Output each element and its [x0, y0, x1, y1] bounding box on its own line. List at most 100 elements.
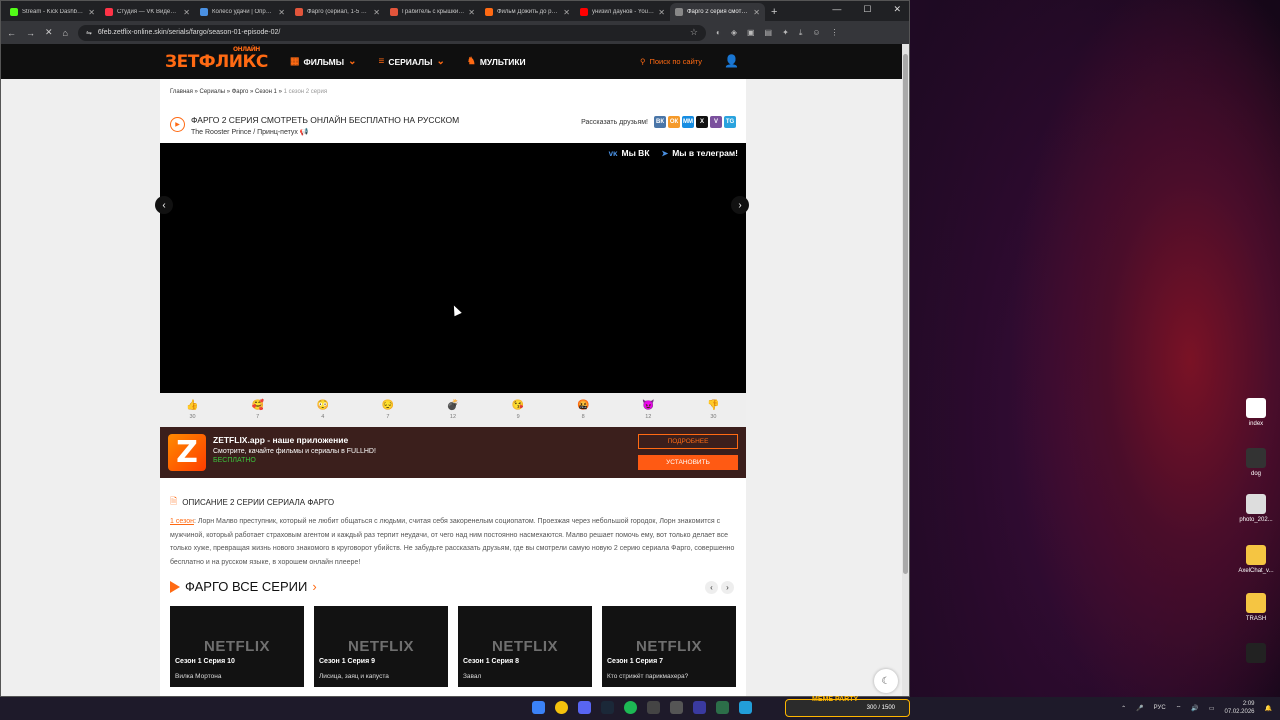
meme-party-widget[interactable]: MEME PARTY 300 / 1500	[785, 696, 910, 717]
chevron-up-icon[interactable]: ⌃	[1121, 705, 1126, 712]
battery-icon[interactable]: ▭	[1209, 705, 1215, 712]
browser-tab[interactable]: Студия — VK Видео Бизнес✕	[100, 3, 195, 21]
reaction-item[interactable]: 😳 4	[317, 400, 329, 420]
browser-tab[interactable]: Грабитель с крышки, 2... ✕	[385, 3, 480, 21]
dark-mode-icon[interactable]: ☾	[874, 669, 898, 693]
desktop-icon[interactable]	[1232, 643, 1280, 666]
profile-icon[interactable]: ☺	[812, 28, 820, 38]
user-icon[interactable]: 👤	[724, 54, 739, 68]
close-icon[interactable]: ✕	[893, 4, 901, 15]
browser-tab[interactable]: Фарго 2 серия смотрет... ✕	[670, 3, 765, 21]
new-tab-icon[interactable]: +	[765, 6, 783, 21]
prev-arrow-icon[interactable]: ‹	[155, 196, 173, 214]
steam-icon[interactable]	[601, 701, 614, 714]
browser-tab[interactable]: Stream - Kick Dashboard ✕	[5, 3, 100, 21]
notification-icon[interactable]: 🔔	[1265, 705, 1272, 712]
episode-card[interactable]: NETFLIX Сезон 1 Серия 9 Лисица, заяц и кап…	[314, 606, 448, 687]
vk-link[interactable]: ᴠᴋ Мы ВК	[609, 148, 650, 158]
menu-films[interactable]: ▦ ФИЛЬМЫ ⌄	[290, 56, 356, 67]
wifi-icon[interactable]: ⌔	[1176, 704, 1182, 712]
more-button[interactable]: ПОДРОБНЕЕ	[638, 434, 738, 449]
bookmark-star-icon[interactable]: ☆	[690, 27, 698, 38]
stop-icon[interactable]: ✕	[45, 27, 53, 38]
next-arrow-icon[interactable]: ›	[731, 196, 749, 214]
extension-icon[interactable]: ▣	[747, 28, 755, 38]
app-icon[interactable]	[670, 701, 683, 714]
breadcrumb-home[interactable]: Главная	[170, 89, 193, 95]
reaction-item[interactable]: 😔 7	[382, 400, 394, 420]
tab-close-icon[interactable]: ✕	[563, 8, 570, 17]
reaction-item[interactable]: 👍 30	[186, 400, 198, 420]
maximize-icon[interactable]: ☐	[863, 4, 871, 15]
series-prev-icon[interactable]: ‹	[705, 581, 718, 594]
tab-close-icon[interactable]: ✕	[373, 8, 380, 17]
viber-share-icon[interactable]: V	[710, 116, 722, 128]
app-icon[interactable]	[716, 701, 729, 714]
spotify-icon[interactable]	[624, 701, 637, 714]
install-button[interactable]: УСТАНОВИТЬ	[638, 455, 738, 470]
tab-close-icon[interactable]: ✕	[183, 8, 190, 17]
search-link[interactable]: ⚲ Поиск по сайту	[640, 57, 702, 66]
tab-close-icon[interactable]: ✕	[468, 8, 475, 17]
menu-cartoons[interactable]: ♞ МУЛЬТИКИ	[467, 56, 526, 67]
telegram-link[interactable]: ➤ Мы в телеграм!	[662, 148, 738, 158]
clock[interactable]: 2:09 07.02.2026	[1224, 700, 1254, 716]
menu-serials[interactable]: ≡ СЕРИАЛЫ ⌄	[378, 56, 444, 67]
browser-tab[interactable]: Колесо удачи | Определ... ✕	[195, 3, 290, 21]
breadcrumb-fargo[interactable]: Фарго	[232, 89, 249, 95]
tab-close-icon[interactable]: ✕	[88, 8, 95, 17]
reaction-item[interactable]: 👎 30	[707, 400, 719, 420]
site-logo[interactable]: ЗЕТФЛИКС ОНЛАЙН	[165, 46, 268, 72]
extension-icon[interactable]: ◈	[731, 28, 737, 38]
video-player[interactable]: ᴠᴋ Мы ВК ➤ Мы в телеграм!	[160, 143, 746, 393]
tab-close-icon[interactable]: ✕	[753, 8, 760, 17]
breadcrumb-serials[interactable]: Сериалы	[200, 89, 226, 95]
episode-card[interactable]: NETFLIX Сезон 1 Серия 10 Вилка Мортона	[170, 606, 304, 687]
menu-icon[interactable]: ⋮	[831, 28, 839, 38]
scrollbar[interactable]	[902, 44, 909, 696]
series-heading[interactable]: ФАРГО ВСЕ СЕРИИ ›	[170, 579, 317, 594]
discord-icon[interactable]	[578, 701, 591, 714]
telegram-share-icon[interactable]: TG	[724, 116, 736, 128]
scrollbar-thumb[interactable]	[903, 54, 908, 574]
telegram-icon[interactable]	[739, 701, 752, 714]
season-link[interactable]: 1 сезон	[170, 518, 194, 525]
app-icon[interactable]	[693, 701, 706, 714]
episode-card[interactable]: NETFLIX Сезон 1 Серия 8 Завал	[458, 606, 592, 687]
reaction-item[interactable]: 🤬 8	[577, 400, 589, 420]
browser-tab[interactable]: Фильм Дожить до рас... ✕	[480, 3, 575, 21]
vk-share-icon[interactable]: ВК	[654, 116, 666, 128]
reaction-item[interactable]: 😘 9	[512, 400, 524, 420]
site-info-icon[interactable]: ⇋	[86, 29, 92, 37]
browser-tab[interactable]: унизил даунов - YouTube✕	[575, 3, 670, 21]
reaction-item[interactable]: 😈 12	[642, 400, 654, 420]
obs-icon[interactable]	[647, 701, 660, 714]
extension-icon[interactable]: ▤	[765, 28, 773, 38]
chrome-icon[interactable]	[555, 701, 568, 714]
breadcrumb-season[interactable]: Сезон 1	[255, 89, 277, 95]
series-next-icon[interactable]: ›	[721, 581, 734, 594]
desktop-icon[interactable]: AxelChat_v...	[1232, 545, 1280, 574]
forward-icon[interactable]: →	[26, 28, 35, 38]
extension-icon[interactable]: ◐	[716, 28, 721, 38]
browser-tab[interactable]: Фарго (сериал, 1-5 сезон... ✕	[290, 3, 385, 21]
x-share-icon[interactable]: X	[696, 116, 708, 128]
language-indicator[interactable]: РУС	[1154, 705, 1166, 711]
reaction-item[interactable]: 💣 12	[447, 400, 459, 420]
back-icon[interactable]: ←	[7, 28, 16, 38]
mail-share-icon[interactable]: ММ	[682, 116, 694, 128]
start-icon[interactable]	[532, 701, 545, 714]
ok-share-icon[interactable]: ОК	[668, 116, 680, 128]
episode-card[interactable]: NETFLIX Сезон 1 Серия 7 Кто стрижёт парикм…	[602, 606, 736, 687]
desktop-icon[interactable]: TRASH	[1232, 593, 1280, 622]
tab-close-icon[interactable]: ✕	[278, 8, 285, 17]
volume-icon[interactable]: 🔊	[1191, 705, 1198, 712]
desktop-icon[interactable]: photo_202...	[1232, 494, 1280, 523]
mic-icon[interactable]: 🎤	[1136, 705, 1143, 712]
tab-close-icon[interactable]: ✕	[658, 8, 665, 17]
minimize-icon[interactable]: —	[832, 4, 841, 15]
url-input[interactable]: ⇋ 6feb.zetflix-online.skin/serials/fargo…	[77, 24, 706, 41]
reaction-item[interactable]: 🥰 7	[251, 400, 263, 420]
desktop-icon[interactable]: index	[1232, 398, 1280, 427]
home-icon[interactable]: ⌂	[63, 28, 68, 38]
